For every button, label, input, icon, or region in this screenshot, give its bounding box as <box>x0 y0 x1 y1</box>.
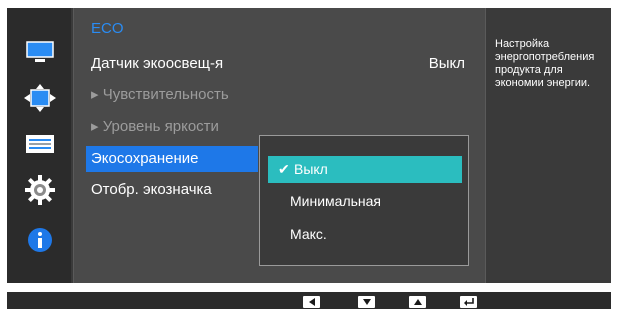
up-arrow-key[interactable] <box>409 296 426 308</box>
dropdown-option-minimal[interactable]: Минимальная <box>268 188 462 215</box>
dropdown-option-off[interactable]: ✔ Выкл <box>268 156 462 183</box>
left-arrow-key[interactable] <box>303 296 320 308</box>
dropdown-option-label: Выкл <box>294 161 328 177</box>
check-icon: ✔ <box>278 161 290 177</box>
enter-key[interactable] <box>460 296 477 308</box>
menu-item-brightness-level: ▸ Уровень яркости <box>91 117 471 135</box>
menu-item-value: Выкл <box>428 55 465 72</box>
monitor-icon[interactable] <box>23 38 57 66</box>
dropdown-option-label: Макс. <box>290 226 327 242</box>
down-arrow-key[interactable] <box>358 296 375 308</box>
gear-icon[interactable] <box>23 175 57 205</box>
dropdown-option-label: Минимальная <box>290 193 382 209</box>
page-title: ECO <box>91 20 124 37</box>
position-arrows-icon[interactable] <box>23 84 57 112</box>
eco-saving-dropdown: ✔ Выкл Минимальная Макс. <box>259 135 469 266</box>
menu-item-sensitivity: ▸ Чувствительность <box>91 85 471 103</box>
menu-item-label: Экосохранение <box>91 150 199 167</box>
dropdown-option-max[interactable]: Макс. <box>268 221 462 248</box>
menu-item-eco-light-sensor[interactable]: Датчик экоосвещ-я Выкл <box>91 55 471 72</box>
menu-item-label: ▸ Уровень яркости <box>91 118 219 135</box>
menu-list-icon[interactable] <box>23 130 57 158</box>
help-text: Настройка энергопотребления продукта для… <box>495 38 595 89</box>
menu-item-label: Датчик экоосвещ-я <box>91 55 224 72</box>
menu-item-label: ▸ Чувствительность <box>91 86 229 103</box>
info-icon[interactable] <box>23 226 57 254</box>
menu-item-label: Отобр. экозначка <box>91 181 212 198</box>
